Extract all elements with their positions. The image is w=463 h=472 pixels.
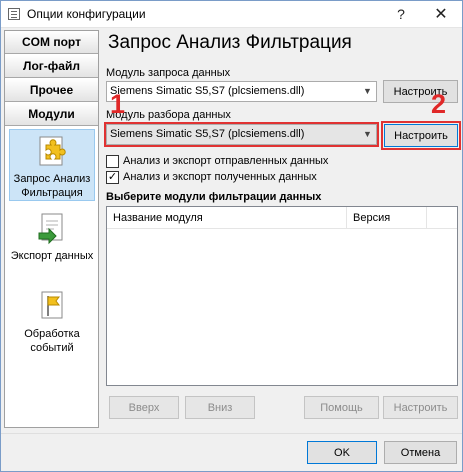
title-bar: Опции конфигурации ? ✕ — [1, 1, 462, 28]
nav-item-label: Обработка событий — [24, 328, 80, 354]
column-module-name[interactable]: Название модуля — [107, 207, 347, 229]
nav-item-label: Экспорт данных — [10, 250, 94, 262]
highlight-parse-module — [104, 122, 379, 147]
filter-modules-list[interactable]: Название модуля Версия — [106, 206, 458, 386]
help-titlebar-button[interactable]: ? — [381, 1, 421, 27]
flag-document-icon — [41, 291, 63, 319]
query-module-select[interactable]: Siemens Simatic S5,S7 (plcsiemens.dll) ▼ — [106, 81, 377, 102]
check-sent-data[interactable]: Анализ и экспорт отправленных данных — [106, 154, 328, 168]
nav-item-event-handling[interactable]: Обработка событий — [9, 289, 95, 354]
move-down-button[interactable]: Вниз — [185, 396, 255, 419]
nav-tab-modules[interactable]: Модули — [5, 103, 98, 126]
highlight-parse-configure — [381, 121, 461, 150]
check-received-label: Анализ и экспорт полученных данных — [123, 171, 317, 183]
nav-item-data-export[interactable]: Экспорт данных — [9, 211, 95, 275]
dialog-footer: OK Отмена — [1, 433, 462, 471]
nav-item-label: Запрос Анализ Фильтрация — [13, 173, 91, 199]
query-configure-button[interactable]: Настроить — [383, 80, 458, 103]
window-title: Опции конфигурации — [27, 7, 146, 21]
puzzle-icon — [39, 136, 66, 166]
annotation-marker-2: 2 — [431, 89, 447, 119]
help-button[interactable]: Помощь — [304, 396, 379, 419]
query-module-label: Модуль запроса данных — [106, 67, 231, 79]
checkbox-unchecked-icon — [106, 154, 119, 168]
config-options-window: Опции конфигурации ? ✕ COM порт Лог-файл… — [0, 0, 463, 472]
annotation-marker-1: 1 — [110, 89, 126, 119]
nav-tab-log-file[interactable]: Лог-файл — [5, 55, 98, 78]
app-window-icon — [8, 8, 20, 20]
nav-item-query-analysis-filter[interactable]: Запрос Анализ Фильтрация — [9, 129, 95, 201]
checkbox-checked-icon: ✓ — [106, 170, 119, 184]
close-window-button[interactable]: ✕ — [421, 1, 461, 27]
column-version[interactable]: Версия — [347, 207, 427, 229]
filter-configure-button[interactable]: Настроить — [383, 396, 458, 419]
nav-tab-com-port[interactable]: COM порт — [5, 31, 98, 54]
query-module-value: Siemens Simatic S5,S7 (plcsiemens.dll) — [110, 85, 305, 97]
page-title: Запрос Анализ Фильтрация — [108, 32, 352, 53]
check-sent-label: Анализ и экспорт отправленных данных — [123, 155, 329, 167]
list-header: Название модуля Версия — [107, 207, 457, 229]
export-document-icon — [38, 213, 63, 245]
settings-page: Запрос Анализ Фильтрация Модуль запроса … — [101, 30, 461, 430]
check-received-data[interactable]: ✓ Анализ и экспорт полученных данных — [106, 170, 317, 184]
move-up-button[interactable]: Вверх — [109, 396, 179, 419]
chevron-down-icon: ▼ — [363, 86, 372, 96]
modules-nav-panel: Запрос Анализ Фильтрация Экспорт данных … — [5, 127, 98, 427]
cancel-button[interactable]: Отмена — [384, 441, 457, 464]
options-navigation: COM порт Лог-файл Прочее Модули Запрос А… — [4, 30, 99, 428]
nav-tab-misc[interactable]: Прочее — [5, 79, 98, 102]
filter-section-heading: Выберите модули фильтрации данных — [106, 191, 322, 203]
ok-button[interactable]: OK — [307, 441, 377, 464]
